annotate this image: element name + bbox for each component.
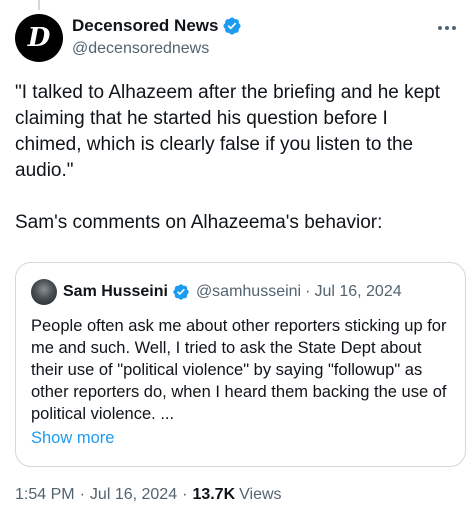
quoted-author-avatar[interactable] — [31, 279, 57, 305]
more-dot — [438, 26, 442, 30]
views-label: Views — [239, 486, 282, 503]
tweet-header: D Decensored News @decensorednews — [15, 12, 459, 64]
separator-dot: · — [182, 486, 188, 503]
more-dot — [452, 26, 456, 30]
avatar-logo-letter: D — [27, 23, 51, 53]
separator-dot: · — [79, 486, 85, 503]
thread-connector-line — [38, 0, 40, 10]
views-count: 13.7K — [192, 486, 236, 503]
tweet-meta: 1:54 PM · Jul 16, 2024 · 13.7K Views — [15, 486, 282, 504]
author-avatar[interactable]: D — [15, 14, 63, 62]
separator-dot: · — [305, 283, 311, 300]
author-display-name[interactable]: Decensored News — [72, 16, 218, 36]
quoted-author-handle[interactable]: @samhusseini — [196, 283, 301, 301]
more-dot — [445, 26, 449, 30]
author-handle[interactable]: @decensorednews — [72, 40, 209, 58]
author-name-row: Decensored News — [72, 16, 242, 36]
quoted-tweet-text: People often ask me about other reporter… — [31, 317, 447, 423]
tweet-text: "I talked to Alhazeem after the briefing… — [15, 82, 441, 233]
quoted-tweet-header: Sam Husseini @samhusseini · Jul 16, 2024 — [31, 279, 402, 305]
verified-badge-icon — [223, 17, 241, 35]
show-more-link[interactable]: Show more — [31, 429, 114, 448]
tweet-date[interactable]: Jul 16, 2024 — [90, 486, 177, 504]
more-options-icon[interactable] — [435, 18, 459, 38]
verified-badge-icon — [173, 284, 189, 300]
tweet-time[interactable]: 1:54 PM — [15, 486, 75, 504]
quoted-tweet-card[interactable]: Sam Husseini @samhusseini · Jul 16, 2024… — [15, 262, 466, 467]
quoted-tweet-date[interactable]: Jul 16, 2024 — [314, 283, 401, 301]
quoted-author-name[interactable]: Sam Husseini — [63, 283, 168, 301]
